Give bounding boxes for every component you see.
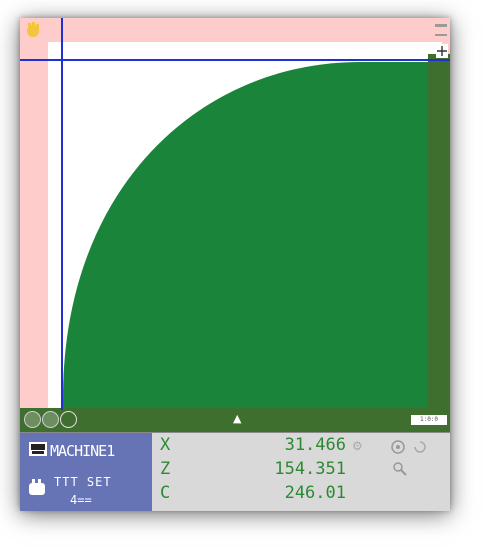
zoom-minus-icon[interactable] [24, 411, 41, 428]
refresh-icon[interactable] [412, 439, 428, 455]
axis-value-x: 31.466 [284, 435, 346, 455]
axis-value-z: 154.351 [274, 459, 346, 479]
machine-panel[interactable]: MACHINE1 TTT SET 4== [20, 433, 152, 511]
axis-label-c: C [160, 483, 171, 503]
axis-label-x: X [160, 435, 171, 455]
axis-value-c: 246.01 [284, 483, 346, 503]
guide-line-horizontal [20, 59, 450, 61]
guide-line-vertical [61, 18, 63, 410]
up-arrow-icon[interactable]: ▲ [233, 413, 241, 425]
machine-icon [29, 442, 47, 456]
machine-name: MACHINE1 [50, 442, 115, 460]
status-panel: MACHINE1 TTT SET 4== X 31.466 Z 154.351 … [20, 432, 450, 511]
part-profile [63, 62, 428, 408]
spindle-icon [29, 479, 45, 495]
simulation-viewport[interactable]: ▲ 1:0:0 [20, 18, 450, 432]
units-icon: ⚙ [352, 439, 363, 453]
feed-rate: TTT SET [54, 475, 112, 489]
rotate-icon[interactable] [42, 411, 59, 428]
simulation-window: ▲ 1:0:0 MACHINE1 TTT SET 4== X 31.466 Z … [20, 18, 450, 511]
hand-icon[interactable] [24, 21, 42, 39]
axis-label-z: Z [160, 459, 171, 479]
scale-tag: 1:0:0 [411, 415, 447, 425]
view-icon[interactable] [390, 439, 406, 455]
feed-sub: 4== [70, 493, 92, 507]
window-controls-icon[interactable] [433, 20, 449, 66]
reset-icon[interactable] [60, 411, 77, 428]
search-icon[interactable] [392, 461, 408, 477]
